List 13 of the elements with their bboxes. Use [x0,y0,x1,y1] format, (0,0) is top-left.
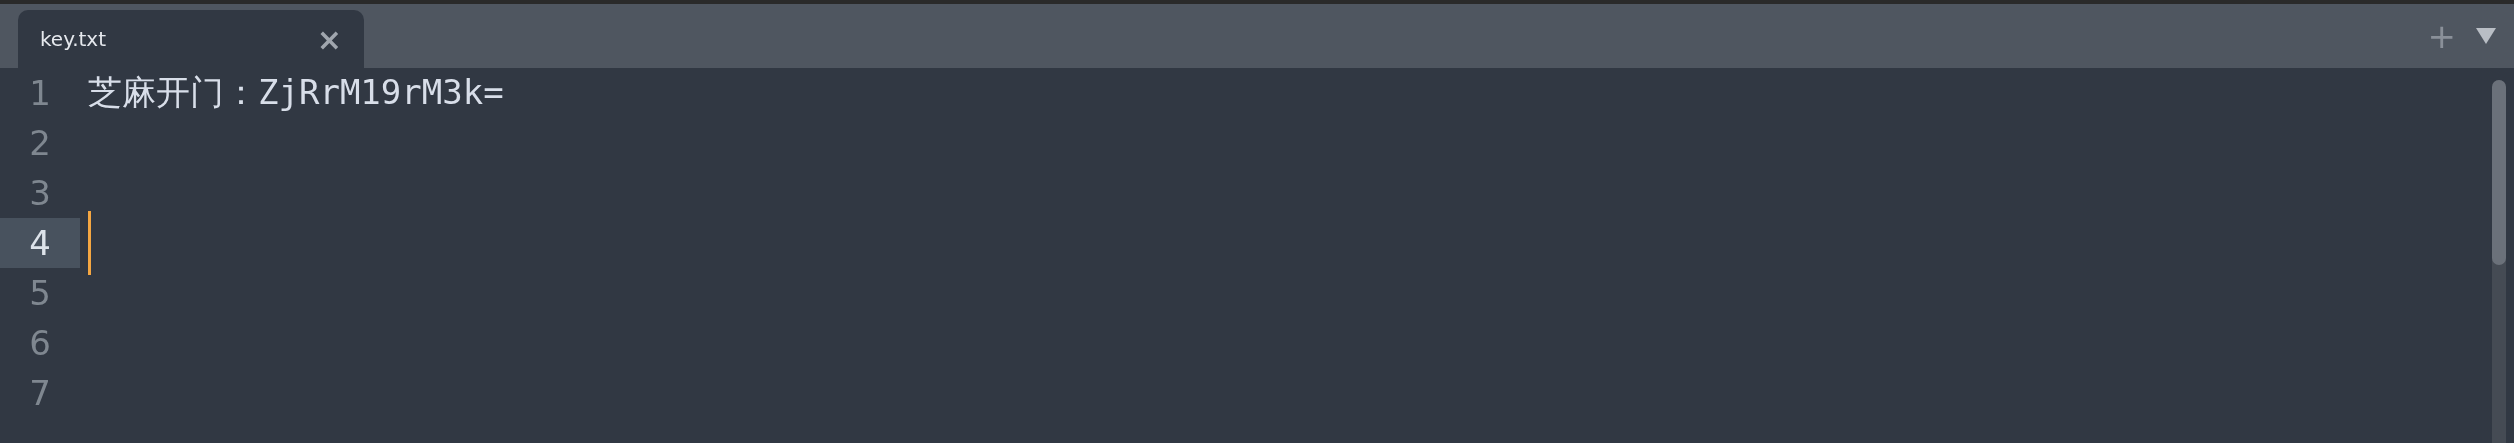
line-number: 7 [28,372,52,415]
dropdown-triangle-icon[interactable] [2476,28,2496,44]
code-line: 芝麻开门：ZjRrM19rM3k= [88,71,504,114]
line-number: 6 [28,322,52,365]
line-number: 1 [28,72,52,115]
line-number: 2 [28,122,52,165]
line-number: 4 [0,218,80,268]
line-number: 3 [28,172,52,215]
scrollbar-thumb[interactable] [2492,80,2506,265]
file-tab[interactable]: key.txt × [18,10,364,68]
text-cursor [88,211,91,275]
line-number: 5 [28,272,52,315]
close-tab-button[interactable]: × [316,21,342,57]
